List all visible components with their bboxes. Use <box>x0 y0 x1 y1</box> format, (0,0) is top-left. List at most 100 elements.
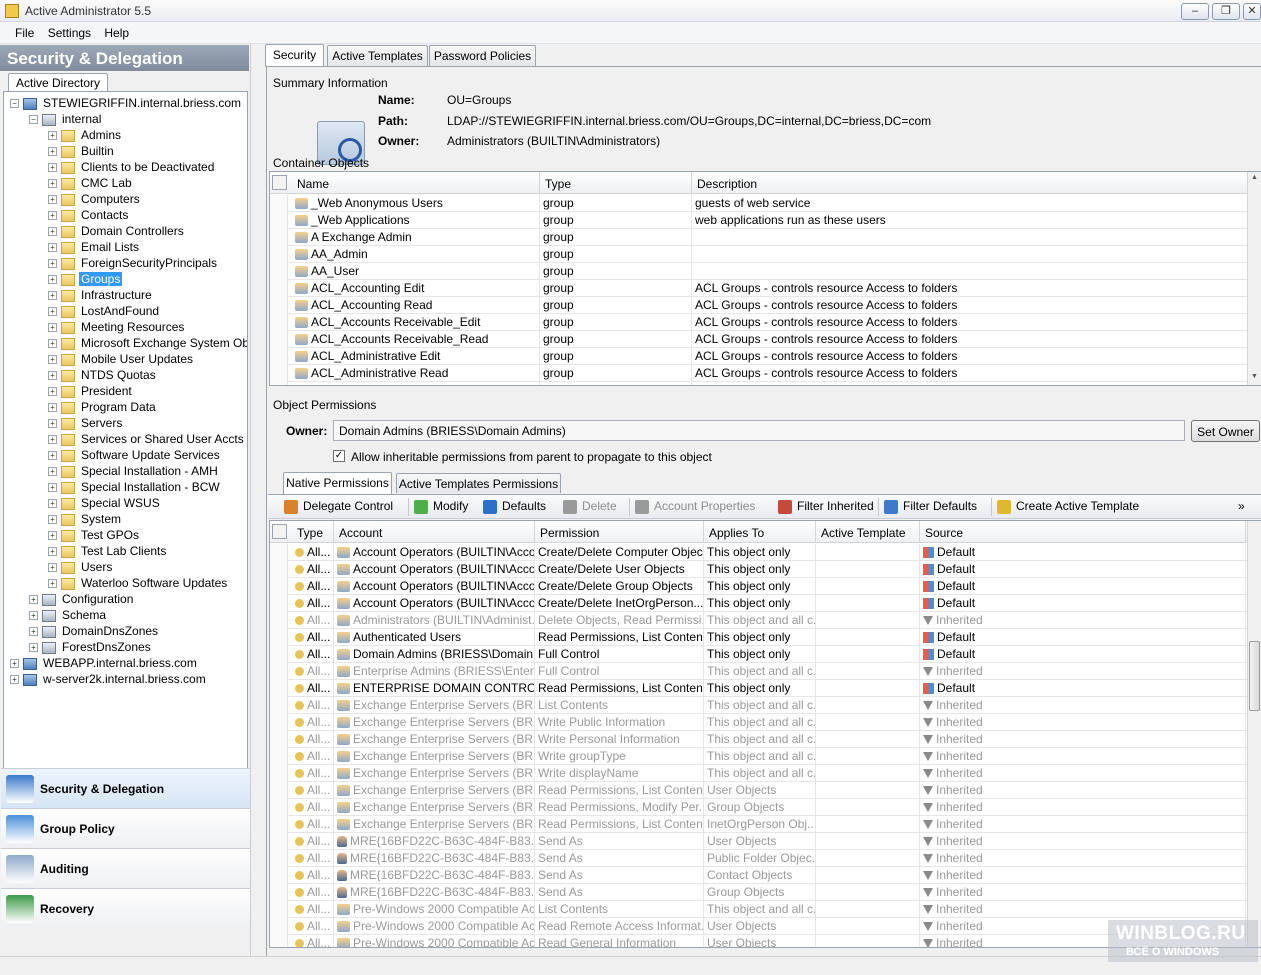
toolbar-defaults-button[interactable]: Defaults <box>483 499 546 516</box>
permission-row[interactable]: All... Account Operators (BUILTIN\Acco...… <box>270 578 1248 595</box>
row-selector[interactable] <box>270 799 288 816</box>
table-row[interactable]: _Web Applications group web applications r… <box>270 212 1248 229</box>
permission-row[interactable]: All... Exchange Enterprise Servers (BRI..… <box>270 731 1248 748</box>
column-header-type[interactable]: Type <box>540 172 692 194</box>
column-chooser-icon[interactable] <box>272 175 287 190</box>
permission-row[interactable]: All... MRE{16BFD22C-B63C-484F-B83... Send … <box>270 867 1248 884</box>
scroll-thumb[interactable] <box>1249 641 1260 711</box>
scroll-down-icon[interactable]: ▼ <box>1251 373 1258 380</box>
row-selector[interactable] <box>270 935 288 947</box>
expand-icon[interactable]: + <box>48 531 57 541</box>
permissions-vertical-scrollbar[interactable] <box>1247 521 1261 947</box>
collapse-icon[interactable]: − <box>29 115 38 125</box>
tree-item[interactable]: + Admins <box>48 127 123 143</box>
row-selector[interactable] <box>270 280 288 297</box>
tree-item[interactable]: + Groups <box>48 271 123 287</box>
tree-item[interactable]: + Special Installation - BCW <box>48 479 222 495</box>
expand-icon[interactable]: + <box>29 595 38 605</box>
tab-security[interactable]: Security <box>265 44 324 67</box>
row-selector[interactable] <box>270 297 288 314</box>
row-selector[interactable] <box>270 765 288 782</box>
tree-item[interactable]: + System <box>48 511 123 527</box>
tab-active-templates-permissions[interactable]: Active Templates Permissions <box>396 473 561 493</box>
tree-item[interactable]: + Schema <box>29 607 108 623</box>
tab-native-permissions[interactable]: Native Permissions <box>283 472 392 494</box>
row-selector[interactable] <box>270 246 288 263</box>
tree-item[interactable]: + LostAndFound <box>48 303 161 319</box>
nav-button-auditing[interactable]: Auditing <box>1 848 250 888</box>
row-selector[interactable] <box>270 816 288 833</box>
tree-item[interactable]: + NTDS Quotas <box>48 367 158 383</box>
row-selector[interactable] <box>270 348 288 365</box>
expand-icon[interactable]: + <box>48 195 57 205</box>
tab-password-policies[interactable]: Password Policies <box>429 45 536 66</box>
collapse-icon[interactable]: − <box>10 99 19 109</box>
column-header-permission[interactable]: Permission <box>535 521 704 543</box>
permission-row[interactable]: All... Exchange Enterprise Servers (BRI..… <box>270 697 1248 714</box>
tree-item[interactable]: + w-server2k.internal.briess.com <box>10 671 208 687</box>
expand-icon[interactable]: + <box>48 355 57 365</box>
tree-item[interactable]: + Computers <box>48 191 142 207</box>
expand-icon[interactable]: + <box>48 211 57 221</box>
tree-item[interactable]: + Waterloo Software Updates <box>48 575 229 591</box>
permission-row[interactable]: All... Pre-Windows 2000 Compatible Ac... R… <box>270 935 1248 947</box>
set-owner-button[interactable]: Set Owner <box>1191 420 1260 442</box>
expand-icon[interactable]: + <box>10 675 19 685</box>
row-selector[interactable] <box>270 263 288 280</box>
row-selector[interactable] <box>270 748 288 765</box>
column-header-applies-to[interactable]: Applies To <box>704 521 816 543</box>
tree-item[interactable]: + Configuration <box>29 591 135 607</box>
row-selector[interactable] <box>270 365 288 382</box>
expand-icon[interactable]: + <box>48 579 57 589</box>
tree-item[interactable]: + ForestDnsZones <box>29 639 153 655</box>
expand-icon[interactable]: + <box>48 179 57 189</box>
table-row[interactable]: _Web Anonymous Users group guests of web s… <box>270 195 1248 212</box>
expand-icon[interactable]: + <box>48 499 57 509</box>
permission-row[interactable]: All... Administrators (BUILTIN\Administ..… <box>270 612 1248 629</box>
restore-button[interactable]: ❐ <box>1212 3 1240 20</box>
permission-row[interactable]: All... Exchange Enterprise Servers (BRI..… <box>270 714 1248 731</box>
tree-item[interactable]: + President <box>48 383 134 399</box>
expand-icon[interactable]: + <box>48 243 57 253</box>
tree-item[interactable]: + Clients to be Deactivated <box>48 159 216 175</box>
expand-icon[interactable]: + <box>29 643 38 653</box>
expand-icon[interactable]: + <box>48 483 57 493</box>
menu-settings[interactable]: Settings <box>42 22 95 40</box>
expand-icon[interactable]: + <box>48 467 57 477</box>
expand-icon[interactable]: + <box>48 131 57 141</box>
tree-item[interactable]: + Test GPOs <box>48 527 141 543</box>
tab-active-directory[interactable]: Active Directory <box>8 73 108 92</box>
toolbar-delete-button[interactable]: Delete <box>563 499 617 516</box>
column-header-type[interactable]: Type <box>292 521 334 543</box>
row-selector[interactable] <box>270 782 288 799</box>
toolbar-create-active-template-button[interactable]: Create Active Template <box>997 499 1139 516</box>
expand-icon[interactable]: + <box>48 435 57 445</box>
permission-row[interactable]: All... Account Operators (BUILTIN\Acco...… <box>270 561 1248 578</box>
expand-icon[interactable]: + <box>48 419 57 429</box>
expand-icon[interactable]: + <box>48 339 57 349</box>
toolbar-overflow-icon[interactable]: » <box>1238 499 1245 516</box>
expand-icon[interactable]: + <box>48 163 57 173</box>
expand-icon[interactable]: + <box>48 371 57 381</box>
row-selector[interactable] <box>270 578 288 595</box>
permission-row[interactable]: All... Exchange Enterprise Servers (BRI..… <box>270 765 1248 782</box>
scroll-up-icon[interactable]: ▲ <box>1251 174 1258 181</box>
expand-icon[interactable]: + <box>10 659 19 669</box>
nav-button-recovery[interactable]: Recovery <box>1 888 250 928</box>
tree-item[interactable]: + Contacts <box>48 207 130 223</box>
row-selector[interactable] <box>270 884 288 901</box>
permission-row[interactable]: All... MRE{16BFD22C-B63C-484F-B83... Send … <box>270 884 1248 901</box>
table-row[interactable]: AA_User group <box>270 263 1248 280</box>
tree-item[interactable]: + Servers <box>48 415 124 431</box>
permission-row[interactable]: All... Enterprise Admins (BRIESS\Enter...… <box>270 663 1248 680</box>
expand-icon[interactable]: + <box>48 387 57 397</box>
row-selector[interactable] <box>270 850 288 867</box>
expand-icon[interactable]: + <box>29 611 38 621</box>
permission-row[interactable]: All... Account Operators (BUILTIN\Acco...… <box>270 595 1248 612</box>
tree-item[interactable]: + Builtin <box>48 143 116 159</box>
table-row[interactable]: ACL_BOL Edit group ACL Groups - controls r… <box>270 382 1248 385</box>
row-selector[interactable] <box>270 612 288 629</box>
row-selector[interactable] <box>270 561 288 578</box>
permission-row[interactable]: All... MRE{16BFD22C-B63C-484F-B83... Send … <box>270 850 1248 867</box>
tree-item[interactable]: + Microsoft Exchange System Obj <box>48 335 247 351</box>
